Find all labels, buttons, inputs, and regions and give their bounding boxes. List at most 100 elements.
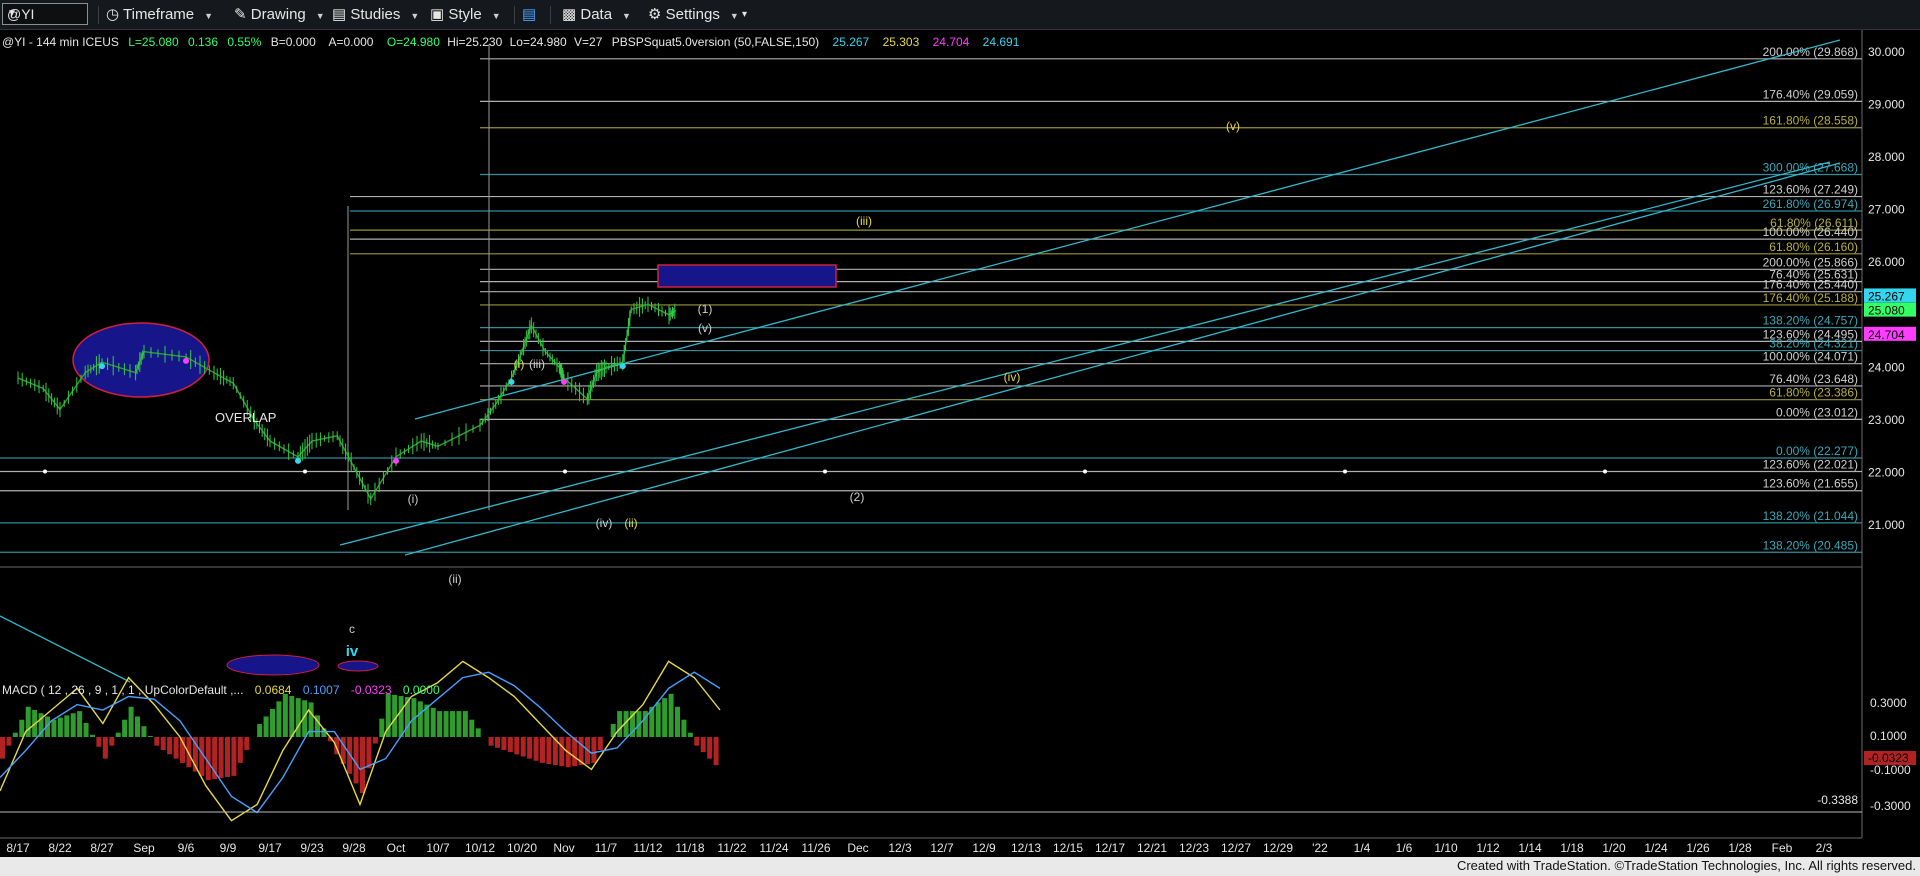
- caret-down-icon: ▼: [204, 11, 214, 21]
- date-tick-label: 12/21: [1137, 841, 1167, 855]
- wave-label: (2): [850, 490, 865, 504]
- macd-label: MACD ( 12 , 26 , 9 , 1 , 1 , UpColorDefa…: [2, 683, 243, 697]
- price-tick-label: 24.000: [1868, 360, 1905, 374]
- macd-histogram-bar: [122, 719, 128, 737]
- wave-label: (i): [514, 357, 525, 371]
- macd-histogram-bar: [135, 716, 140, 737]
- price-tag-label: 25.267: [1868, 289, 1905, 303]
- fib-label: 76.40% (23.648): [1769, 372, 1858, 386]
- dot-marker: [823, 469, 827, 474]
- layout-button[interactable]: ▤: [522, 4, 536, 26]
- fib-label: 176.40% (25.440): [1763, 278, 1858, 292]
- wave-label: (v): [1226, 119, 1240, 133]
- swing-marker: [99, 363, 105, 370]
- macd-histogram-bar: [225, 737, 230, 777]
- date-tick-label: 12/29: [1263, 841, 1293, 855]
- timeframe-menu[interactable]: ◷ Timeframe ▼: [106, 4, 213, 26]
- macd-v2: 0.1007: [303, 683, 340, 697]
- fib-label: 38.20% (24.321): [1769, 337, 1858, 351]
- style-icon: ▣: [430, 6, 445, 23]
- date-tick-label: '22: [1312, 841, 1328, 855]
- date-tick-label: 12/3: [888, 841, 912, 855]
- symbol-selector[interactable]: @YI ▼: [2, 3, 88, 25]
- macd-histogram-bar: [231, 737, 237, 776]
- price-chart[interactable]: 200.00% (29.868)176.40% (29.059)161.80% …: [0, 30, 1920, 857]
- price-tick-label: 21.000: [1868, 518, 1905, 532]
- price-tick-label: 30.000: [1868, 45, 1905, 59]
- macd-histogram-bar: [276, 701, 282, 737]
- toolbar-divider: [550, 6, 551, 24]
- style-label: Style: [448, 6, 482, 23]
- macd-histogram-bar: [462, 711, 468, 737]
- date-tick-label: 12/15: [1053, 841, 1083, 855]
- date-tick-label: 11/26: [801, 841, 830, 855]
- macd-histogram-bar: [662, 698, 668, 737]
- date-tick-label: 9/6: [178, 841, 195, 855]
- wave-label: (iii): [856, 214, 872, 228]
- macd-histogram-bar: [398, 695, 404, 737]
- header-hi: Hi=25.230: [447, 35, 502, 49]
- date-tick-label: 1/28: [1728, 841, 1752, 855]
- gear-icon: ⚙: [648, 6, 662, 23]
- macd-ellipse-1: [226, 654, 320, 676]
- dot-marker: [303, 469, 307, 474]
- dot-marker: [1343, 469, 1347, 474]
- macd-histogram-bar: [366, 737, 372, 769]
- macd-histogram-bar: [501, 737, 507, 750]
- fib-label: 100.00% (26.440): [1763, 225, 1858, 239]
- header-pct: 0.55%: [227, 35, 261, 49]
- macd-histogram-bar: [675, 706, 680, 737]
- target-box: [657, 264, 837, 288]
- toolbar-divider: [514, 6, 515, 24]
- header-lo: Lo=24.980: [510, 35, 567, 49]
- toolbar-divider: [98, 6, 99, 24]
- fib-label: 0.00% (22.277): [1776, 444, 1858, 458]
- dot-marker: [1083, 469, 1087, 474]
- macd-histogram-bar: [507, 737, 513, 753]
- date-tick-label: Oct: [387, 841, 406, 855]
- date-tick-label: Dec: [847, 841, 868, 855]
- macd-v4: 0.0000: [403, 683, 440, 697]
- date-tick-label: 10/12: [465, 841, 495, 855]
- header-change: 0.136: [188, 35, 218, 49]
- fib-label: 61.80% (23.386): [1769, 386, 1858, 400]
- macd-histogram-bar: [6, 737, 12, 746]
- style-menu[interactable]: ▣ Style ▼: [430, 4, 501, 26]
- date-tick-label: 12/9: [972, 841, 996, 855]
- date-tick-label: 9/28: [342, 841, 366, 855]
- trend-line: [0, 615, 131, 683]
- date-tick-label: 11/24: [759, 841, 788, 855]
- macd-histogram-bar: [25, 706, 31, 737]
- data-label: Data: [580, 6, 613, 23]
- data-menu[interactable]: ▩ Data ▼: [562, 4, 631, 26]
- macd-histogram-bar: [237, 737, 243, 763]
- macd-histogram-bar: [700, 737, 706, 753]
- toolbar-overflow[interactable]: ▾: [742, 4, 747, 26]
- macd-histogram-bar: [90, 734, 95, 737]
- macd-histogram-bar: [527, 737, 533, 759]
- overlap-annotation: OVERLAP: [215, 410, 276, 425]
- studies-menu[interactable]: ▤ Studies ▼: [332, 4, 419, 26]
- wave-label: (v): [698, 321, 712, 335]
- macd-histogram-bar: [694, 737, 700, 746]
- header-symbol: @YI - 144 min ICEUS: [2, 35, 119, 49]
- fib-label: 61.80% (26.160): [1769, 240, 1858, 254]
- date-tick-label: 1/24: [1644, 841, 1668, 855]
- date-tick-label: 11/18: [675, 841, 704, 855]
- macd-histogram-bar: [57, 717, 63, 737]
- macd-histogram-bar: [591, 737, 597, 763]
- date-tick-label: 8/17: [6, 841, 30, 855]
- macd-histogram-bar: [0, 737, 5, 759]
- header-last: L=25.080: [128, 35, 179, 49]
- settings-menu[interactable]: ⚙ Settings ▼: [648, 4, 739, 26]
- macd-histogram-bar: [495, 737, 500, 748]
- macd-histogram-bar: [12, 732, 18, 737]
- drawing-menu[interactable]: ✎ Drawing ▼: [234, 4, 325, 26]
- macd-histogram-bar: [707, 737, 713, 759]
- price-tick-label: 29.000: [1868, 97, 1905, 111]
- macd-histogram-bar: [687, 732, 693, 737]
- macd-histogram-bar: [186, 737, 192, 768]
- macd-histogram-bar: [450, 711, 455, 737]
- date-tick-label: 2/3: [1816, 841, 1833, 855]
- date-tick-label: 1/14: [1518, 841, 1542, 855]
